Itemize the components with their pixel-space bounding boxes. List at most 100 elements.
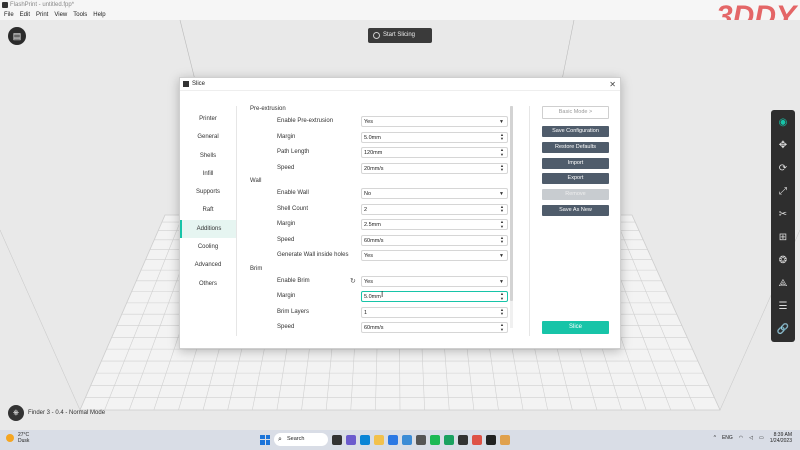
chat-icon[interactable] <box>346 434 356 445</box>
shell-count-spinbox[interactable]: 2 ▲ ▼ <box>361 203 508 215</box>
spin-arrows-icon[interactable]: ▲ ▼ <box>500 307 504 317</box>
close-icon[interactable]: ✕ <box>609 78 616 91</box>
spin-arrows-icon[interactable]: ▲ ▼ <box>500 163 504 173</box>
reset-icon[interactable]: ↻ <box>350 274 356 289</box>
spin-value: 60mm/s <box>364 325 384 331</box>
link-icon[interactable]: 🔗 <box>774 320 792 339</box>
line-icon[interactable] <box>444 434 454 445</box>
row-wall-margin: Margin 2.5mm ▲ ▼ <box>250 217 510 233</box>
slice-dialog: Slice ✕ Printer General Shells Infill Su… <box>179 77 621 349</box>
nav-printer[interactable]: Printer <box>180 110 236 128</box>
rotate-icon[interactable]: ⟳ <box>774 159 792 178</box>
printer-status[interactable]: ⎈ Finder 3 - 0.4 - Normal Mode <box>8 405 105 421</box>
spin-arrows-icon[interactable]: ▲ ▼ <box>500 147 504 157</box>
menu-tools[interactable]: Tools <box>73 10 87 20</box>
language-indicator[interactable]: ENG <box>722 435 733 441</box>
menu-edit[interactable]: Edit <box>20 10 30 20</box>
setting-label: Margin <box>277 133 296 140</box>
gen-wall-holes-select[interactable]: Yes ▼ <box>361 250 508 261</box>
weather-widget[interactable]: 27°C Dusk <box>6 432 29 444</box>
nav-general[interactable]: General <box>180 128 236 146</box>
nav-infill[interactable]: Infill <box>180 165 236 183</box>
flashprint-icon[interactable] <box>486 434 496 445</box>
store-icon[interactable] <box>388 434 398 445</box>
layers-icon[interactable]: ☰ <box>774 297 792 316</box>
spin-arrows-icon[interactable]: ▲ ▼ <box>500 204 504 214</box>
enable-wall-select[interactable]: No ▼ <box>361 188 508 199</box>
additions-settings: Pre-extrusion Enable Pre-extrusion Yes ▼ … <box>250 104 510 348</box>
edge-icon[interactable] <box>360 434 370 445</box>
nav-raft[interactable]: Raft <box>180 201 236 219</box>
spotify-icon[interactable] <box>430 434 440 445</box>
spin-arrows-icon[interactable]: ▲ ▼ <box>500 235 504 245</box>
import-button[interactable]: Import <box>542 157 609 169</box>
printer-icon: ⎈ <box>8 405 24 421</box>
menu-view[interactable]: View <box>54 10 67 20</box>
spin-arrows-icon[interactable]: ▲ ▼ <box>500 291 504 301</box>
file-menu-button[interactable]: ▤ <box>8 27 26 45</box>
right-toolbar: ◉ ✥ ⟳ ⤢ ✂ ⊞ ❂ ⟁ ☰ 🔗 <box>771 110 795 342</box>
photos-icon[interactable] <box>500 434 510 445</box>
restore-defaults-button[interactable]: Restore Defaults <box>542 141 609 153</box>
spin-arrows-icon[interactable]: ▲ ▼ <box>500 219 504 229</box>
app-icon[interactable] <box>402 434 412 445</box>
nav-others[interactable]: Others <box>180 275 236 293</box>
windows-start-icon[interactable] <box>260 434 270 445</box>
brim-layers-spinbox[interactable]: 1 ▲ ▼ <box>361 306 508 318</box>
slice-button[interactable]: Slice <box>542 321 609 334</box>
chrome-icon[interactable] <box>472 434 482 445</box>
wall-margin-spinbox[interactable]: 2.5mm ▲ ▼ <box>361 219 508 230</box>
enable-brim-select[interactable]: Yes ▼ <box>361 275 508 287</box>
brim-speed-spinbox[interactable]: 60mm/s ▲ ▼ <box>361 322 508 333</box>
nav-supports[interactable]: Supports <box>180 183 236 201</box>
select-value: Yes <box>364 119 373 125</box>
dialog-title: Slice <box>192 81 206 87</box>
spin-arrows-icon[interactable]: ▲ ▼ <box>500 322 504 332</box>
play-icon <box>373 32 380 39</box>
printer-status-text: Finder 3 - 0.4 - Normal Mode <box>28 410 106 416</box>
task-view-icon[interactable] <box>332 434 342 445</box>
menu-help[interactable]: Help <box>93 10 105 20</box>
nav-shells[interactable]: Shells <box>180 147 236 165</box>
measure-icon[interactable]: ⟁ <box>774 274 792 293</box>
pe-speed-spinbox[interactable]: 20mm/s ▲ ▼ <box>361 162 508 174</box>
move-icon[interactable]: ✥ <box>774 136 792 155</box>
app-icon[interactable] <box>416 434 426 445</box>
clock[interactable]: 8:39 AM 1/24/2023 <box>770 432 792 444</box>
enable-pre-extrusion-select[interactable]: Yes ▼ <box>361 116 508 127</box>
basic-mode-button[interactable]: Basic Mode > <box>542 106 609 119</box>
volume-icon[interactable]: ◁ <box>749 435 753 441</box>
save-as-new-button[interactable]: Save As New <box>542 204 609 216</box>
settings-scrollbar[interactable] <box>510 106 513 328</box>
wifi-icon[interactable]: ◠ <box>739 435 743 441</box>
scale-icon[interactable]: ⤢ <box>774 182 792 201</box>
pe-margin-spinbox[interactable]: 5.0mm ▲ ▼ <box>361 131 508 143</box>
nav-advanced[interactable]: Advanced <box>180 256 236 274</box>
window-title: FlashPrint - untitled.fpp* <box>10 2 75 8</box>
cut-icon[interactable]: ✂ <box>774 205 792 224</box>
supports-icon[interactable]: ⊞ <box>774 228 792 247</box>
scrollbar-thumb[interactable] <box>510 106 513 301</box>
menu-file[interactable]: File <box>4 10 14 20</box>
app-icon[interactable] <box>458 434 468 445</box>
menu-print[interactable]: Print <box>36 10 48 20</box>
file-explorer-icon[interactable] <box>374 434 384 445</box>
wall-speed-spinbox[interactable]: 60mm/s ▲ ▼ <box>361 234 508 246</box>
eye-icon[interactable]: ◉ <box>774 113 792 132</box>
extruder-icon[interactable]: ❂ <box>774 251 792 270</box>
setting-label: Margin <box>277 293 296 299</box>
row-path-length: Path Length 120mm ▲ ▼ <box>250 145 510 161</box>
menubar: File Edit Print View Tools Help <box>0 10 800 20</box>
battery-icon[interactable]: ▭ <box>759 435 764 441</box>
row-brim-speed: Speed 60mm/s ▲ ▼ <box>250 320 510 336</box>
remove-button: Remove <box>542 189 609 201</box>
chevron-up-icon[interactable]: ^ <box>714 435 716 441</box>
nav-additions[interactable]: Additions <box>180 219 236 239</box>
save-configuration-button[interactable]: Save Configuration <box>542 126 609 137</box>
taskbar-search[interactable]: Search <box>274 433 328 446</box>
nav-cooling[interactable]: Cooling <box>180 238 236 256</box>
start-slicing-button[interactable]: Start Slicing <box>368 28 432 43</box>
path-length-spinbox[interactable]: 120mm ▲ ▼ <box>361 147 508 158</box>
spin-arrows-icon[interactable]: ▲ ▼ <box>500 132 504 142</box>
export-button[interactable]: Export <box>542 173 609 185</box>
